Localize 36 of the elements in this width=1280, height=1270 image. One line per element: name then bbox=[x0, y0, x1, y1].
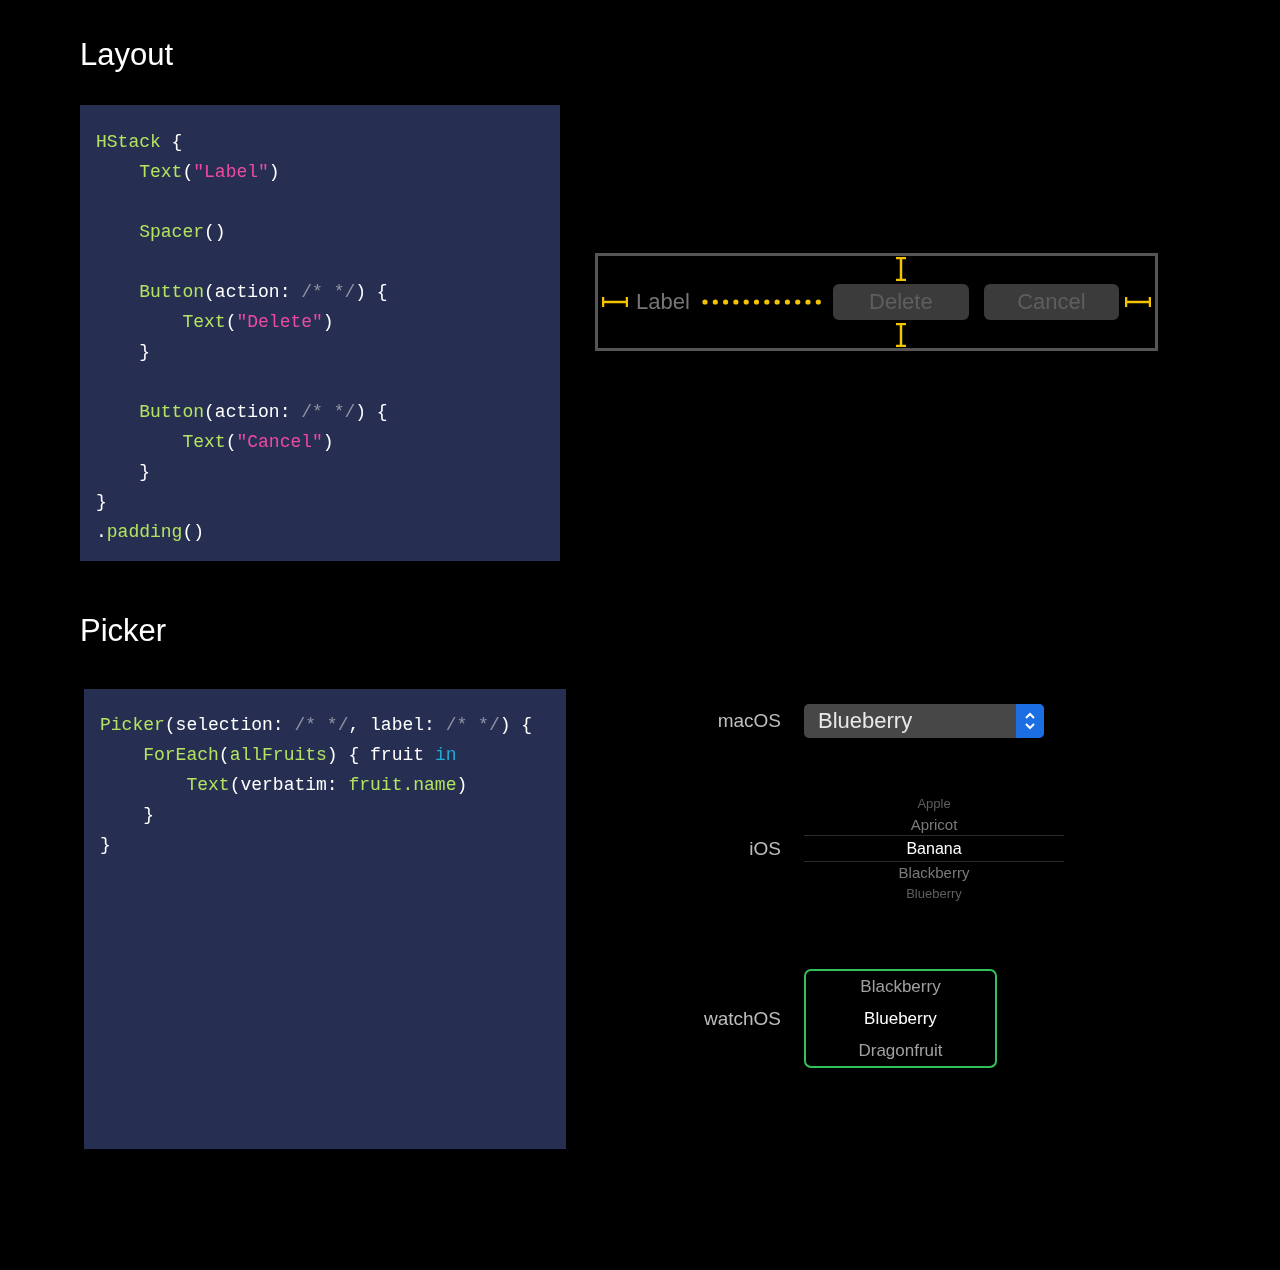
code-line: Button(action: /* */) { bbox=[138, 401, 389, 424]
spacer-dots-icon bbox=[701, 298, 822, 306]
code-line: HStack { bbox=[96, 131, 184, 154]
label-text: Label bbox=[636, 289, 690, 315]
code-line: Text(verbatim: fruit.name) bbox=[185, 774, 469, 797]
section-title: Layout bbox=[80, 36, 175, 73]
padding-marker-icon bbox=[1125, 296, 1151, 308]
popup-picker[interactable]: Blueberry bbox=[804, 704, 1044, 738]
platform-label: macOS bbox=[716, 710, 781, 732]
padding-marker-icon bbox=[894, 323, 907, 347]
stepper-icon bbox=[1016, 704, 1044, 738]
code-line: Text("Label") bbox=[138, 161, 281, 184]
code-line: } bbox=[100, 834, 112, 857]
padding-marker-icon bbox=[602, 296, 628, 308]
wheel-item[interactable]: Banana bbox=[906, 838, 962, 859]
wheel-item[interactable]: Blackberry bbox=[898, 862, 970, 883]
watch-picker[interactable]: Blackberry Blueberry Dragonfruit bbox=[804, 969, 997, 1068]
code-line: } bbox=[96, 491, 108, 514]
picker-item[interactable]: Blueberry bbox=[864, 1007, 937, 1030]
code-line: } bbox=[142, 804, 155, 827]
picker-item[interactable]: Blackberry bbox=[860, 975, 941, 998]
picker-item[interactable]: Dragonfruit bbox=[858, 1039, 943, 1062]
platform-label: watchOS bbox=[702, 1007, 781, 1030]
code-line: Spacer() bbox=[138, 221, 227, 244]
wheel-item[interactable]: Apricot bbox=[910, 814, 958, 835]
code-line: ForEach(allFruits) { fruit in bbox=[142, 744, 458, 767]
code-line: Text("Delete") bbox=[181, 311, 335, 334]
code-line: Text("Cancel") bbox=[181, 431, 335, 454]
section-title: Picker bbox=[80, 613, 168, 649]
code-line: .padding() bbox=[96, 521, 206, 544]
padding-marker-icon bbox=[894, 257, 907, 281]
code-line: } bbox=[138, 461, 151, 484]
code-line: } bbox=[138, 341, 151, 364]
code-line: Button(action: /* */) { bbox=[138, 281, 389, 304]
code-line: Picker(selection: /* */, label: /* */) { bbox=[100, 714, 534, 737]
platform-label: iOS bbox=[748, 837, 781, 860]
